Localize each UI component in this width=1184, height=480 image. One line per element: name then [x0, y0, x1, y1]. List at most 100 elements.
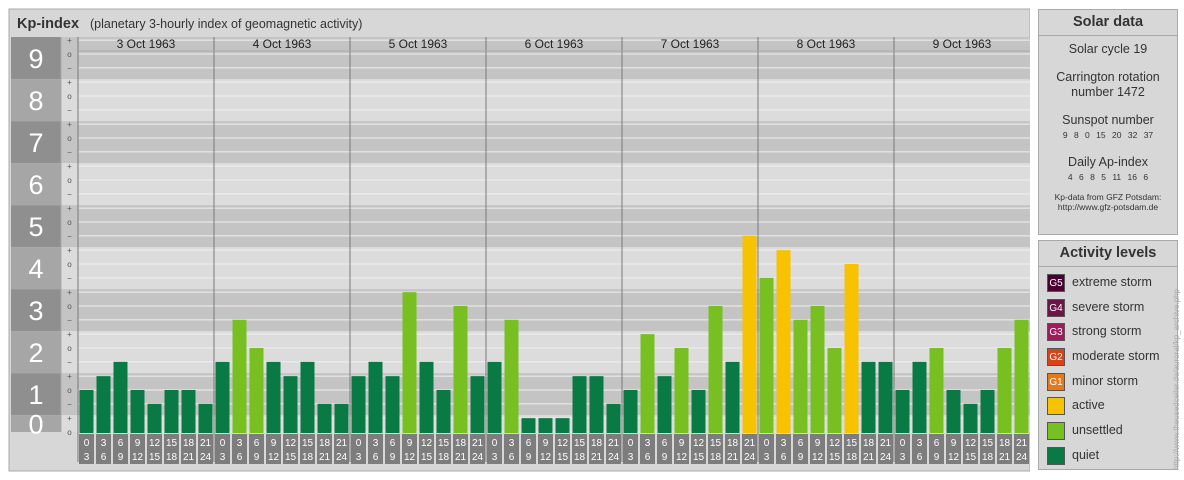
activity-levels-title: Activity levels [1039, 241, 1177, 267]
kp-bar [895, 390, 910, 433]
y-tick-label: 2 [28, 338, 43, 368]
kp-bar [521, 418, 536, 433]
hour-start: 12 [285, 438, 297, 449]
kp-bar [793, 319, 808, 433]
hour-start: 18 [319, 438, 331, 449]
hour-end: 15 [285, 452, 297, 463]
hour-start: 6 [118, 438, 124, 449]
carrington-line-1: Carrington rotation [1056, 70, 1160, 84]
kp-bar [929, 348, 944, 433]
y-tick-label: 9 [28, 44, 43, 74]
kp-bar [606, 403, 621, 433]
sunspot-value: 0 [1085, 130, 1090, 140]
level-g1: G1 minor storm [1039, 370, 1177, 395]
hour-end: 24 [608, 452, 620, 463]
hour-end: 6 [781, 452, 787, 463]
day-label: 8 Oct 1963 [797, 37, 856, 51]
level-label: moderate storm [1072, 349, 1160, 364]
level-swatch: G2 [1047, 348, 1065, 367]
hour-start: 15 [846, 438, 858, 449]
hour-end: 21 [863, 452, 875, 463]
hour-start: 0 [84, 438, 90, 449]
hour-start: 18 [999, 438, 1011, 449]
kp-bar [232, 319, 247, 433]
hour-start: 3 [237, 438, 243, 449]
hour-end: 15 [149, 452, 161, 463]
hour-end: 6 [373, 452, 379, 463]
kp-bar [963, 403, 978, 433]
hour-end: 9 [798, 452, 804, 463]
hour-start: 12 [149, 438, 161, 449]
watermark-text: http://www.theusedceiler.de/auroral/kp_a… [1172, 289, 1181, 470]
ap-title: Daily Ap-index [1068, 155, 1148, 169]
y-minor-mark: − [67, 316, 72, 325]
kp-bar [130, 390, 145, 433]
hour-start: 15 [710, 438, 722, 449]
kp-bar [181, 390, 196, 433]
kp-bar [589, 376, 604, 433]
level-label: strong storm [1072, 324, 1142, 339]
level-label: minor storm [1072, 373, 1138, 388]
hour-end: 15 [965, 452, 977, 463]
plot-band [78, 121, 1030, 164]
kp-bar [572, 376, 587, 433]
activity-levels-panel: Activity levels G5 extreme storm G4 seve… [1038, 240, 1178, 470]
hour-end: 18 [710, 452, 722, 463]
plot-band [78, 289, 1030, 332]
y-tick-label: 3 [28, 296, 43, 326]
y-minor-mark: − [67, 148, 72, 157]
hour-end: 6 [101, 452, 107, 463]
kp-bar [759, 277, 774, 433]
hour-start: 3 [373, 438, 379, 449]
kp-bar [317, 403, 332, 433]
hour-start: 18 [183, 438, 195, 449]
hour-start: 9 [407, 438, 413, 449]
hour-end: 18 [574, 452, 586, 463]
hour-start: 6 [798, 438, 804, 449]
hour-start: 12 [557, 438, 569, 449]
plot-band [78, 205, 1030, 248]
hour-start: 9 [271, 438, 277, 449]
hour-end: 15 [829, 452, 841, 463]
plot-band [78, 79, 1030, 122]
level-label: extreme storm [1072, 275, 1152, 289]
hour-end: 21 [183, 452, 195, 463]
kp-bar [725, 361, 740, 433]
kp-bar [215, 361, 230, 433]
hour-start: 18 [455, 438, 467, 449]
hour-start: 6 [254, 438, 260, 449]
hour-end: 3 [900, 452, 906, 463]
y-minor-mark: − [67, 106, 72, 115]
kp-bar [691, 390, 706, 433]
y-minor-mark: + [67, 162, 72, 171]
hour-start: 21 [336, 438, 348, 449]
hour-start: 3 [509, 438, 515, 449]
hour-end: 3 [84, 452, 90, 463]
y-tick-label: 5 [28, 212, 43, 242]
level-quiet: quiet [1039, 444, 1177, 469]
hour-end: 9 [118, 452, 124, 463]
y-minor-mark: + [67, 414, 72, 423]
level-swatch: G1 [1047, 372, 1065, 391]
hour-start: 15 [302, 438, 314, 449]
hour-end: 9 [254, 452, 260, 463]
kp-bar [674, 348, 689, 433]
y-tick-label: 0 [28, 410, 43, 440]
level-active: active [1039, 394, 1177, 419]
hour-start: 18 [591, 438, 603, 449]
hour-end: 24 [336, 452, 348, 463]
kp-bar [912, 361, 927, 433]
kp-bar [470, 376, 485, 433]
hour-end: 24 [200, 452, 212, 463]
hour-end: 9 [526, 452, 532, 463]
hour-end: 3 [356, 452, 362, 463]
level-g3: G3 strong storm [1039, 320, 1177, 345]
hour-end: 9 [390, 452, 396, 463]
hour-end: 6 [237, 452, 243, 463]
kp-bar [368, 361, 383, 433]
level-swatch: G4 [1047, 298, 1065, 317]
sunspot-value: 8 [1073, 130, 1079, 140]
hour-end: 12 [132, 452, 144, 463]
kp-bar [844, 264, 859, 433]
sunspot-value: 37 [1143, 130, 1154, 140]
